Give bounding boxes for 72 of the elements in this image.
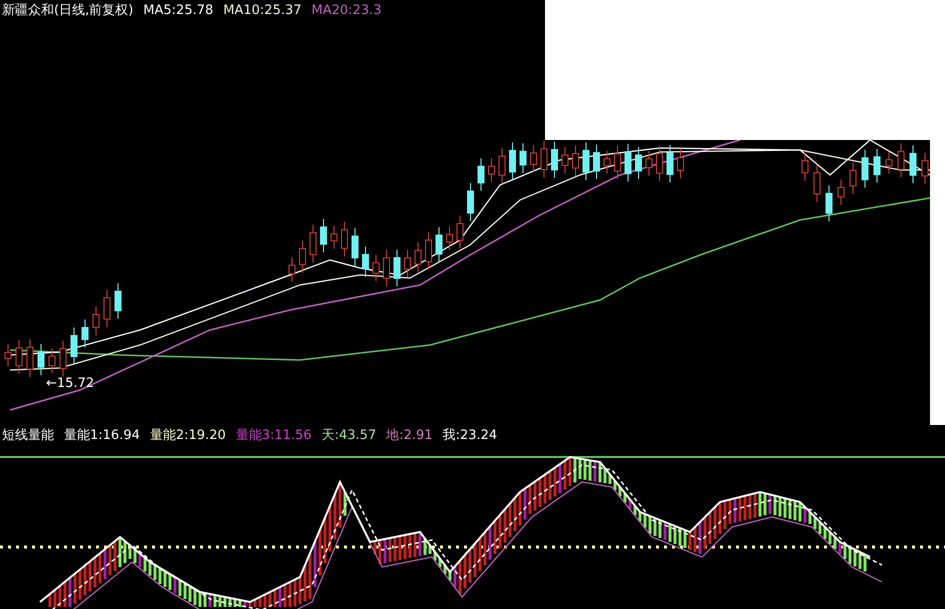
candlestick (898, 142, 904, 178)
indicator-label: 我:23.24 (442, 427, 498, 446)
candlestick (372, 254, 380, 282)
candlestick (26, 338, 34, 378)
candlestick (38, 343, 44, 376)
candlestick (320, 218, 327, 253)
candlestick (404, 249, 411, 278)
candlestick (624, 143, 632, 182)
candlestick (635, 146, 642, 180)
candlestick (910, 144, 916, 184)
candlestick (572, 145, 579, 177)
candlestick (16, 339, 22, 374)
candlestick (540, 140, 548, 178)
candlestick (436, 226, 442, 263)
candlestick (310, 224, 316, 264)
candlestick (562, 146, 568, 174)
candlestick (874, 148, 880, 184)
candlestick (551, 141, 558, 178)
candlestick (646, 150, 652, 176)
candlestick (425, 232, 432, 270)
candlestick (92, 306, 100, 336)
candlestick (48, 348, 56, 374)
candlestick (656, 145, 663, 182)
indicator-label: 地:2.91 (386, 427, 433, 446)
indicator-label: 量能2:19.20 (150, 427, 226, 446)
candlestick (478, 158, 484, 192)
low-price-label: ←15.72 (46, 375, 94, 393)
candlestick (467, 182, 474, 222)
candlestick (352, 228, 358, 266)
indicator-label: MA20:23.3 (312, 2, 382, 20)
candlestick (114, 282, 122, 320)
indicator-label: 量能3:11.56 (236, 427, 312, 446)
indicator-label: MA5:25.78 (143, 2, 214, 20)
candlestick (666, 144, 674, 183)
candlestick (582, 142, 590, 181)
indicator-label: 量能1:16.94 (64, 427, 140, 446)
candlestick (520, 142, 526, 174)
candlestick (362, 246, 369, 278)
candlestick (104, 289, 110, 328)
candlestick (446, 226, 453, 251)
candlestick (826, 184, 832, 222)
candlestick (509, 142, 516, 180)
chart-title: 新疆众和(日线,前复权) (2, 2, 134, 20)
candlestick (414, 242, 422, 273)
candlestick (488, 158, 495, 183)
candlestick (394, 249, 400, 287)
candlestick (604, 150, 610, 174)
candlestick (593, 144, 600, 180)
candlestick (802, 152, 808, 182)
candlestick (530, 144, 537, 173)
candlestick (60, 340, 66, 378)
indicator-title: 短线量能 (2, 427, 54, 446)
candlestick (886, 151, 892, 174)
candlestick (614, 145, 621, 180)
candlestick (330, 225, 338, 250)
candlestick (82, 318, 88, 348)
indicator-label: MA10:25.37 (223, 2, 302, 20)
candlestick (4, 344, 12, 367)
candlestick (341, 221, 348, 257)
indicator-label: 天:43.57 (322, 427, 376, 446)
candlestick (383, 249, 390, 287)
candlestick (850, 162, 856, 194)
candlestick (677, 149, 684, 179)
candlestick (838, 178, 844, 206)
candlestick (814, 164, 820, 202)
candlestick (288, 256, 296, 282)
candlestick (70, 327, 78, 366)
candlestick (922, 152, 928, 184)
candlestick (456, 215, 464, 249)
candlestick (498, 148, 506, 184)
candlestick (862, 149, 868, 188)
candlestick (299, 240, 306, 274)
